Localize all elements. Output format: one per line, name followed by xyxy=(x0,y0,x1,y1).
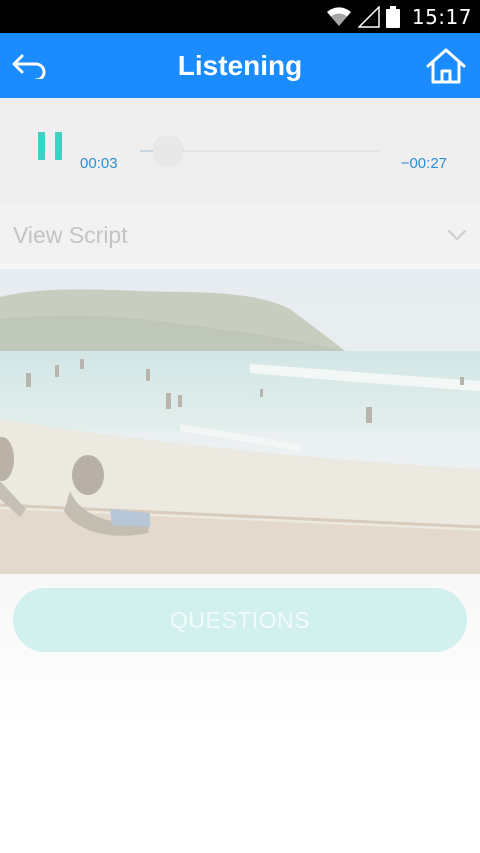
app-bar: Listening xyxy=(0,33,480,98)
view-script-label: View Script xyxy=(13,221,128,248)
battery-icon xyxy=(385,5,400,28)
chevron-down-icon xyxy=(447,229,467,241)
view-script-toggle[interactable]: View Script xyxy=(0,206,480,264)
back-button[interactable] xyxy=(10,47,50,85)
beach-photo xyxy=(0,269,480,574)
remaining-time: −00:27 xyxy=(400,155,447,172)
wifi-icon xyxy=(326,6,352,27)
audio-player: 00:03 −00:27 xyxy=(0,98,480,206)
home-button[interactable] xyxy=(424,45,468,87)
progress-thumb[interactable] xyxy=(153,136,183,166)
signal-icon xyxy=(357,5,380,28)
pause-icon xyxy=(38,132,45,160)
listening-screen: 15:17 Listening 00:03 −00:27 View Script… xyxy=(0,0,480,853)
questions-button[interactable]: QUESTIONS xyxy=(13,588,467,652)
status-bar: 15:17 xyxy=(0,0,480,33)
clock: 15:17 xyxy=(411,4,472,29)
back-arrow-icon xyxy=(12,54,46,79)
page-title: Listening xyxy=(177,49,303,81)
pause-button[interactable] xyxy=(38,132,62,160)
home-icon xyxy=(426,48,466,84)
current-time: 00:03 xyxy=(80,155,118,172)
